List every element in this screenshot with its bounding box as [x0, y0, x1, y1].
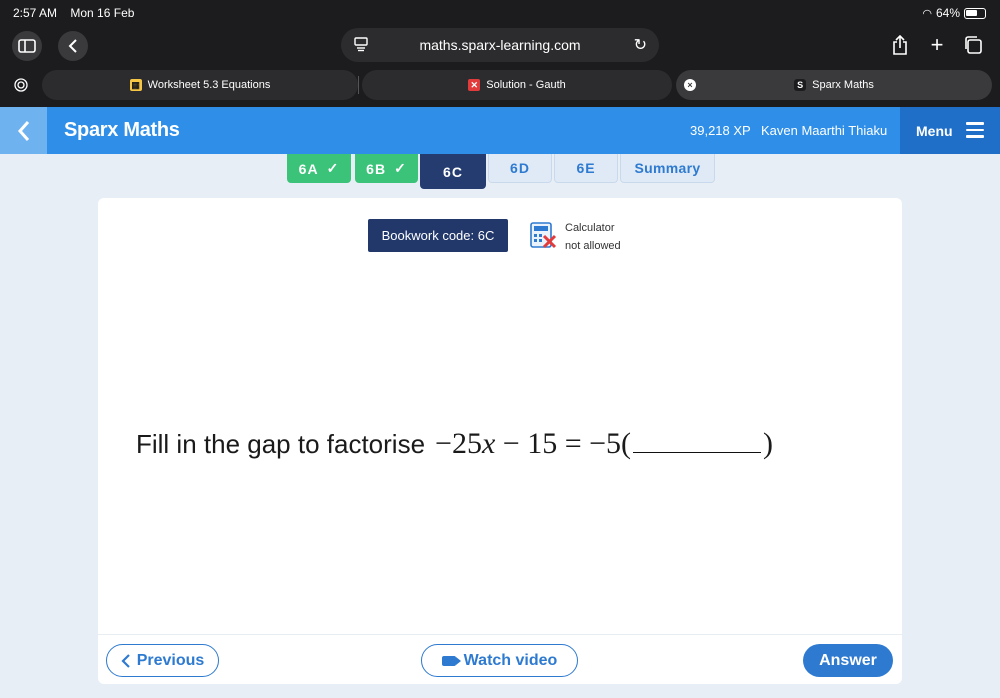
task-tab-label: 6E — [576, 160, 596, 176]
video-camera-icon — [441, 655, 461, 666]
calculator-note: not allowed — [565, 240, 621, 252]
task-tab-6c[interactable]: 6C — [420, 154, 486, 189]
tab-strip: ▦ Worksheet 5.3 Equations ✕ Solution - G… — [0, 70, 1000, 100]
tab-separator — [358, 76, 359, 94]
tab-label: Solution - Gauth — [486, 79, 566, 91]
reload-icon[interactable]: ↻ — [634, 35, 647, 55]
question-math: −25x − 15 = −5() — [435, 427, 773, 461]
task-tab-label: 6A — [298, 160, 319, 177]
check-icon: ✓ — [326, 160, 340, 176]
status-time: 2:57 AM — [13, 6, 58, 20]
answer-label: Answer — [819, 651, 877, 669]
back-icon[interactable] — [58, 31, 88, 61]
task-tab-summary[interactable]: Summary — [620, 154, 715, 183]
task-tab-6b[interactable]: 6B ✓ — [355, 154, 418, 183]
app-header: Sparx Maths 39,218 XP Kaven Maarthi Thia… — [0, 107, 1000, 154]
status-indicators: ◠ 64% — [922, 6, 986, 20]
image-icon: ▦ — [129, 79, 142, 91]
tab-label: Worksheet 5.3 Equations — [147, 79, 271, 91]
tab-label: Sparx Maths — [812, 79, 874, 91]
answer-button[interactable]: Answer — [803, 644, 893, 677]
back-button[interactable] — [0, 107, 47, 154]
answer-gap[interactable] — [633, 431, 762, 453]
brand-title: Sparx Maths — [64, 119, 180, 141]
task-tab-6a[interactable]: 6A ✓ — [287, 154, 351, 183]
math-close-paren: ) — [763, 427, 774, 460]
tabs-overview-icon[interactable] — [961, 33, 985, 57]
new-tab-icon[interactable]: + — [925, 32, 949, 57]
sidebar-toggle-icon[interactable] — [12, 31, 42, 61]
check-icon: ✓ — [394, 160, 407, 176]
question-text: Fill in the gap to factorise — [136, 429, 426, 459]
status-date: Mon 16 Feb — [70, 6, 135, 20]
tab-gauth[interactable]: ✕ Solution - Gauth — [362, 70, 672, 100]
chevron-left-icon — [121, 653, 130, 668]
browser-chrome: 2:57 AM Mon 16 Feb ◠ 64% maths.sparx-lea… — [0, 0, 1000, 107]
wifi-icon: ◠ — [922, 7, 932, 20]
hamburger-icon — [966, 122, 984, 138]
close-tab-icon[interactable]: × — [684, 79, 696, 91]
task-tab-label: 6D — [510, 160, 530, 176]
task-tab-label: 6C — [443, 163, 463, 180]
battery-percent: 64% — [935, 6, 960, 20]
menu-label: Menu — [916, 122, 953, 139]
math-coefficient: −25 — [435, 427, 482, 460]
calculator-not-allowed-icon — [529, 221, 557, 249]
task-tab-6d[interactable]: 6D — [488, 154, 552, 183]
footer-divider — [98, 634, 902, 635]
calculator-status: Calculator not allowed — [565, 219, 621, 255]
gauth-icon: ✕ — [468, 79, 481, 91]
url-text: maths.sparx-learning.com — [419, 37, 581, 53]
xp-count: 39,218 XP — [690, 123, 751, 138]
question: Fill in the gap to factorise −25x − 15 =… — [136, 427, 773, 461]
status-bar: 2:57 AM Mon 16 Feb — [13, 6, 134, 20]
menu-button[interactable]: Menu — [900, 107, 1000, 154]
user-name[interactable]: Kaven Maarthi Thiaku — [761, 123, 887, 138]
question-card: Bookwork code: 6C Calculator not allowed… — [98, 198, 902, 684]
watch-video-label: Watch video — [463, 651, 558, 669]
tab-group-icon[interactable] — [8, 70, 34, 100]
share-icon[interactable] — [888, 33, 912, 57]
previous-label: Previous — [136, 651, 205, 669]
reader-icon[interactable] — [353, 36, 369, 52]
task-tab-label: Summary — [634, 160, 701, 176]
chevron-left-icon — [17, 120, 29, 141]
tab-sparx[interactable]: × S Sparx Maths — [676, 70, 992, 100]
tab-worksheet[interactable]: ▦ Worksheet 5.3 Equations — [42, 70, 358, 100]
task-tab-6e[interactable]: 6E — [554, 154, 618, 183]
battery-icon — [964, 7, 986, 19]
sparx-icon: S — [794, 79, 807, 91]
bookwork-code[interactable]: Bookwork code: 6C — [368, 219, 508, 252]
address-bar[interactable]: maths.sparx-learning.com ↻ — [341, 28, 659, 62]
task-tab-label: 6B — [366, 160, 387, 177]
calculator-label: Calculator — [565, 222, 615, 234]
math-variable: x — [481, 427, 496, 460]
watch-video-button[interactable]: Watch video — [421, 644, 578, 677]
previous-button[interactable]: Previous — [106, 644, 219, 677]
math-expression: − 15 = −5( — [495, 427, 632, 460]
